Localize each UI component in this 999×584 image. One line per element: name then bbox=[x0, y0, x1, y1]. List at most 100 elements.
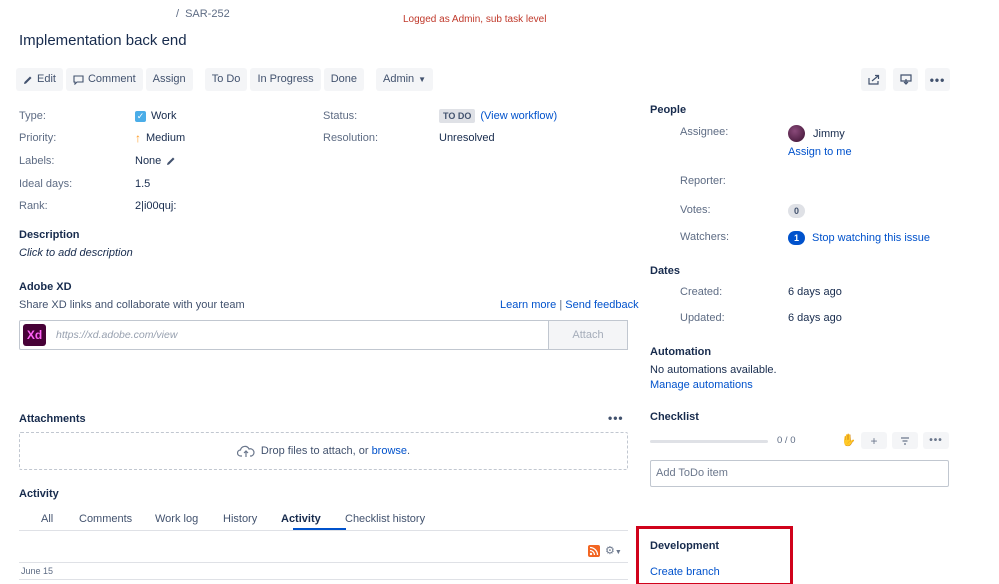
filter-button[interactable] bbox=[892, 432, 918, 449]
more-icon: ••• bbox=[929, 72, 946, 87]
updated-label: Updated: bbox=[680, 312, 725, 324]
description-heading: Description bbox=[19, 229, 80, 241]
checklist-heading: Checklist bbox=[650, 411, 699, 423]
assign-to-me-link[interactable]: Assign to me bbox=[788, 146, 852, 158]
admin-label: Admin bbox=[382, 73, 415, 85]
comment-label: Comment bbox=[87, 73, 136, 85]
tab-checklist-history[interactable]: Checklist history bbox=[345, 513, 425, 525]
type-value: ✓ Work bbox=[135, 108, 176, 124]
priority-value: ↑ Medium bbox=[135, 130, 185, 146]
attachment-dropzone[interactable]: Drop files to attach, or browse. bbox=[19, 432, 628, 470]
comment-button[interactable]: Comment bbox=[65, 68, 143, 91]
drop-instructions: Drop files to attach, or bbox=[260, 445, 369, 457]
labels-value[interactable]: None bbox=[135, 153, 176, 169]
settings-dropdown[interactable]: ⚙▼ bbox=[605, 544, 622, 557]
manage-automations-link[interactable]: Manage automations bbox=[650, 379, 753, 391]
resolution-label: Resolution: bbox=[323, 132, 379, 144]
pencil-icon bbox=[167, 157, 175, 165]
todo-button[interactable]: To Do bbox=[204, 68, 248, 91]
active-tab-indicator bbox=[293, 528, 346, 530]
view-workflow-link[interactable]: (View workflow) bbox=[480, 108, 557, 124]
hand-wave-icon[interactable]: ✋ bbox=[841, 433, 856, 447]
tab-all[interactable]: All bbox=[41, 513, 53, 525]
learn-more-link[interactable]: Learn more bbox=[500, 299, 556, 311]
filter-icon bbox=[901, 436, 909, 445]
type-label: Type: bbox=[19, 110, 46, 122]
drop-period: . bbox=[407, 445, 411, 457]
rss-feed-icon[interactable] bbox=[588, 545, 600, 557]
status-label: Status: bbox=[323, 110, 358, 122]
watchers-count[interactable]: 1 bbox=[788, 231, 805, 245]
watchers-label: Watchers: bbox=[680, 231, 730, 243]
checkbox-icon: ✓ bbox=[135, 110, 146, 122]
issue-actions: ••• bbox=[861, 68, 950, 91]
issue-toolbar: Edit Comment Assign To Do In Progress Do… bbox=[16, 68, 434, 91]
add-todo-input[interactable]: Add ToDo item bbox=[650, 460, 949, 487]
activity-tabs: All Comments Work log History Activity C… bbox=[19, 510, 628, 531]
labels-label: Labels: bbox=[19, 155, 55, 167]
checklist-progress-bar bbox=[650, 440, 768, 443]
votes-label: Votes: bbox=[680, 204, 711, 216]
adobe-xd-heading: Adobe XD bbox=[19, 281, 72, 293]
highlight-box bbox=[636, 526, 793, 584]
avatar bbox=[788, 125, 805, 142]
comment-icon bbox=[73, 74, 84, 85]
assign-button[interactable]: Assign bbox=[145, 68, 193, 91]
in-progress-button[interactable]: In Progress bbox=[250, 68, 321, 91]
votes-count: 0 bbox=[788, 204, 805, 218]
checklist-progress-text: 0 / 0 bbox=[777, 435, 796, 446]
status-value: TO DO (View workflow) bbox=[439, 108, 557, 124]
ideal-days-value[interactable]: 1.5 bbox=[135, 176, 150, 192]
details-panel: Type: ✓ Work Priority: ↑ Medium Labels: … bbox=[19, 108, 629, 218]
created-value: 6 days ago bbox=[788, 286, 842, 298]
activity-date: June 15 bbox=[21, 566, 54, 576]
status-badge: TO DO bbox=[439, 109, 476, 123]
edit-label: Edit bbox=[37, 73, 56, 85]
add-checklist-item-button[interactable]: + bbox=[861, 432, 887, 449]
admin-dropdown[interactable]: Admin ▼ bbox=[375, 68, 434, 91]
activity-feed-header bbox=[19, 562, 628, 580]
share-button[interactable] bbox=[861, 68, 886, 91]
cloud-upload-icon bbox=[236, 445, 255, 457]
adobe-xd-logo-icon: Xd bbox=[23, 324, 46, 346]
browse-link[interactable]: browse bbox=[372, 445, 407, 457]
done-button[interactable]: Done bbox=[323, 68, 364, 91]
tab-activity[interactable]: Activity bbox=[281, 513, 321, 525]
description-placeholder[interactable]: Click to add description bbox=[19, 247, 133, 259]
type-text: Work bbox=[151, 110, 177, 122]
stop-watching-link[interactable]: Stop watching this issue bbox=[812, 232, 930, 244]
tab-comments[interactable]: Comments bbox=[79, 513, 132, 525]
ideal-days-label: Ideal days: bbox=[19, 178, 73, 190]
annotation-note: Logged as Admin, sub task level bbox=[403, 14, 547, 25]
resolution-value: Unresolved bbox=[439, 132, 495, 144]
tab-work-log[interactable]: Work log bbox=[155, 513, 198, 525]
more-actions-button[interactable]: ••• bbox=[925, 68, 950, 91]
automation-status: No automations available. bbox=[650, 364, 777, 376]
assignee-value[interactable]: Jimmy bbox=[788, 125, 845, 142]
edit-button[interactable]: Edit bbox=[16, 68, 63, 91]
assignee-name: Jimmy bbox=[813, 127, 845, 140]
send-feedback-link[interactable]: Send feedback bbox=[565, 299, 638, 311]
breadcrumb-issue-key[interactable]: SAR-252 bbox=[185, 8, 230, 20]
tab-history[interactable]: History bbox=[223, 513, 257, 525]
xd-link-field[interactable]: Xd https://xd.adobe.com/view Attach bbox=[19, 320, 628, 350]
attachments-more-icon[interactable]: ••• bbox=[608, 411, 624, 425]
updated-value: 6 days ago bbox=[788, 312, 842, 324]
share-icon bbox=[867, 74, 879, 85]
chevron-down-icon: ▼ bbox=[614, 549, 622, 556]
page-title[interactable]: Implementation back end bbox=[19, 32, 187, 49]
people-heading: People bbox=[650, 104, 687, 116]
priority-text: Medium bbox=[146, 132, 186, 144]
votes-badge[interactable]: 0 bbox=[788, 204, 805, 218]
automation-heading: Automation bbox=[650, 346, 712, 358]
export-icon bbox=[899, 74, 912, 85]
attachments-heading: Attachments bbox=[19, 413, 86, 425]
adobe-xd-links: Learn more | Send feedback bbox=[500, 299, 639, 311]
link-divider: | bbox=[559, 299, 563, 311]
assignee-label: Assignee: bbox=[680, 126, 729, 138]
checklist-more-button[interactable]: ••• bbox=[923, 432, 949, 449]
export-button[interactable] bbox=[893, 68, 918, 91]
attach-button[interactable]: Attach bbox=[548, 320, 628, 350]
breadcrumb-separator: / bbox=[176, 8, 180, 20]
more-icon: ••• bbox=[929, 435, 943, 446]
